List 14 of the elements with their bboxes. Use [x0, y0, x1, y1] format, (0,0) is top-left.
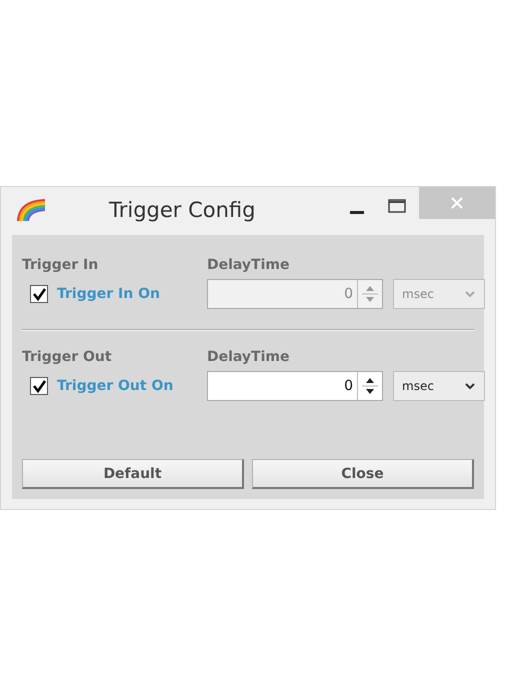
unit-dropdown[interactable]: msec	[393, 371, 485, 401]
chevron-down-icon	[464, 381, 476, 391]
checkbox[interactable]	[30, 377, 48, 395]
delay-label: DelayTime	[207, 349, 290, 365]
window-title: Trigger Config	[109, 198, 256, 222]
dialog-button[interactable]: Close	[252, 459, 474, 489]
delay-label: DelayTime	[207, 257, 290, 273]
section-heading: Trigger Out	[22, 349, 113, 365]
chevron-down-icon	[464, 289, 476, 299]
rainbow-icon	[15, 197, 47, 223]
delay-spinbox[interactable]: 0	[207, 371, 383, 401]
section-heading: Trigger In	[22, 257, 100, 273]
checkbox[interactable]	[30, 285, 48, 303]
dialog-button[interactable]: Default	[22, 459, 244, 489]
